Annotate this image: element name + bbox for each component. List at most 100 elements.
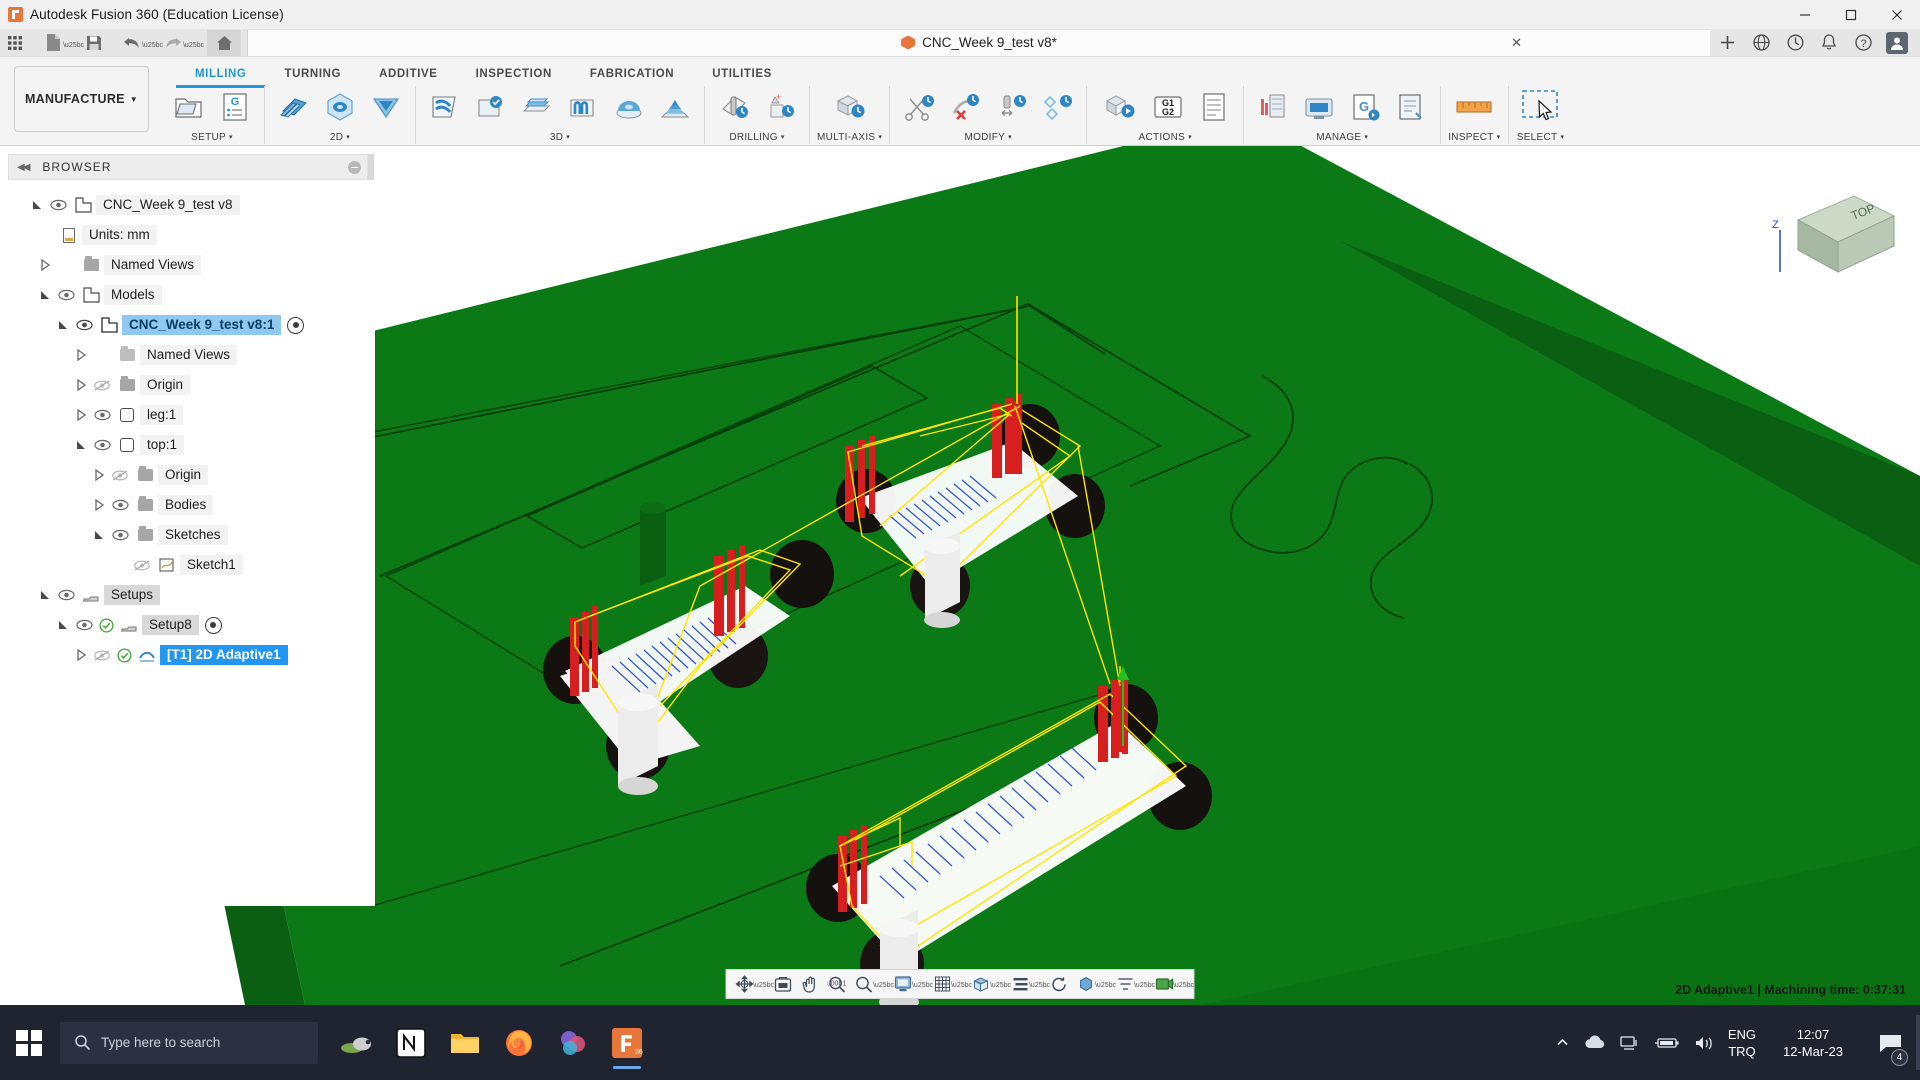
network-icon[interactable] [1620,1035,1640,1051]
home-icon[interactable] [207,29,241,56]
expander-right-icon[interactable] [36,254,54,276]
expander-right-icon[interactable] [90,464,108,486]
add-tab-icon[interactable] [1710,30,1744,56]
tree-row-2d-adaptive1[interactable]: [T1] 2D Adaptive1 [0,640,375,670]
notifications-bell-icon[interactable] [1812,30,1846,56]
bore-icon[interactable]: + [758,87,802,127]
workspace-selector[interactable]: MANUFACTURE ▼ [14,66,149,132]
swarf-icon[interactable] [825,87,875,127]
onedrive-icon[interactable] [1584,1035,1606,1050]
tree-row-units[interactable]: Units: mm [0,220,375,250]
new-document-icon[interactable] [38,30,68,56]
tree-row-bodies[interactable]: Bodies [0,490,375,520]
tree-row-origin-nested[interactable]: Origin [0,460,375,490]
tree-row-setup8[interactable]: Setup8 [0,610,375,640]
cortana-icon[interactable] [334,1013,380,1073]
tab-milling[interactable]: MILLING [176,63,266,88]
file-explorer-icon[interactable] [442,1013,488,1073]
action-center-button[interactable]: 4 [1870,1005,1910,1080]
tree-row-setups[interactable]: Setups [0,580,375,610]
tree-row-root[interactable]: CNC_Week 9_test v8 [0,190,375,220]
expander-right-icon[interactable] [72,644,90,666]
tree-row-sketch1[interactable]: Sketch1 [0,550,375,580]
volume-icon[interactable] [1694,1035,1714,1051]
adaptive-3d-icon[interactable] [423,87,467,127]
undo-icon[interactable] [117,30,147,56]
expander-down-icon[interactable] [72,434,90,456]
zoom-caret-icon[interactable]: \u25bc [873,971,894,997]
help-icon[interactable]: ? [1846,30,1880,56]
layout-caret-icon[interactable]: \u25bc [1029,971,1050,997]
avatar[interactable] [1880,30,1914,56]
visibility-eye-icon[interactable] [108,524,132,546]
machine-library-icon[interactable] [1297,87,1341,127]
tree-row-origin[interactable]: Origin [0,370,375,400]
redo-caret-icon[interactable]: \u25bc [183,30,204,56]
tree-row-leg[interactable]: leg:1 [0,400,375,430]
visibility-eye-icon[interactable] [72,614,96,636]
fusion-360-icon[interactable]: 360 [604,1013,650,1073]
visibility-eye-icon[interactable] [72,314,96,336]
setup-icon[interactable] [167,87,211,127]
tool-library-icon[interactable] [1251,87,1295,127]
expander-down-icon[interactable] [28,194,46,216]
visibility-eye-icon[interactable] [108,494,132,516]
tree-row-component-selected[interactable]: CNC_Week 9_test v8:1 [0,310,375,340]
language-indicator[interactable]: ENG TRQ [1728,1026,1756,1060]
battery-icon[interactable] [1654,1036,1680,1050]
parallel-icon[interactable] [561,87,605,127]
undo-caret-icon[interactable]: \u25bc [142,30,163,56]
close-document-icon[interactable]: ✕ [1511,35,1522,51]
collapse-panel-icon[interactable]: ◀◀ [17,162,30,173]
tree-row-models[interactable]: Models [0,280,375,310]
expander-right-icon[interactable] [90,494,108,516]
tab-additive[interactable]: ADDITIVE [360,63,456,84]
simplify-icon[interactable] [989,87,1033,127]
clock[interactable]: 12:07 12-Mar-23 [1770,1026,1856,1060]
grid-apps-icon[interactable] [0,30,30,56]
expander-down-icon[interactable] [36,284,54,306]
paint-3d-icon[interactable] [550,1013,596,1073]
delete-toolpath-icon[interactable] [943,87,987,127]
browser-minimize-icon[interactable] [348,160,361,174]
minimize-button[interactable] [1782,0,1828,29]
visibility-eye-hidden-icon[interactable] [90,374,114,396]
zoom-icon[interactable]: \u00b1 [824,971,851,997]
g1g2-post-process-icon[interactable]: G1 G2 [1146,87,1190,127]
filter-caret-icon[interactable]: \u25bc [1134,971,1155,997]
pocket-clearing-icon[interactable] [469,87,513,127]
tree-row-named-views[interactable]: Named Views [0,250,375,280]
expander-right-icon[interactable] [72,344,90,366]
tab-fabrication[interactable]: FABRICATION [571,63,693,84]
tab-utilities[interactable]: UTILITIES [693,63,791,84]
look-at-icon[interactable] [770,971,797,997]
contour-2d-icon[interactable] [364,87,408,127]
effects-caret-icon[interactable]: \u25bc [1173,971,1194,997]
spiral-icon[interactable] [653,87,697,127]
select-window-icon[interactable] [1516,87,1566,127]
cut-icon[interactable] [897,87,941,127]
tab-inspection[interactable]: INSPECTION [457,63,571,84]
save-icon[interactable] [79,30,109,56]
refresh-icon[interactable] [1046,971,1073,997]
scallop-icon[interactable] [607,87,651,127]
pan-hand-icon[interactable] [797,971,824,997]
visibility-eye-icon[interactable] [54,584,78,606]
view-cube[interactable]: TOP Z [1758,176,1896,286]
expander-down-icon[interactable] [54,614,72,636]
optimize-icon[interactable] [1035,87,1079,127]
firefox-icon[interactable] [496,1013,542,1073]
expander-right-icon[interactable] [72,374,90,396]
document-tab[interactable]: CNC_Week 9_test v8* [901,35,1057,50]
visibility-eye-icon[interactable] [46,194,70,216]
tree-row-top[interactable]: top:1 [0,430,375,460]
visibility-eye-icon[interactable] [54,284,78,306]
maximize-button[interactable] [1828,0,1874,29]
expander-down-icon[interactable] [36,584,54,606]
help-globe-icon[interactable] [1744,30,1778,56]
generate-icon[interactable]: G [1343,87,1387,127]
g-code-list-icon[interactable]: G [213,87,257,127]
job-status-icon[interactable] [1778,30,1812,56]
new-document-caret-icon[interactable]: \u25bc [63,30,84,56]
visibility-eye-hidden-icon[interactable] [90,644,114,666]
